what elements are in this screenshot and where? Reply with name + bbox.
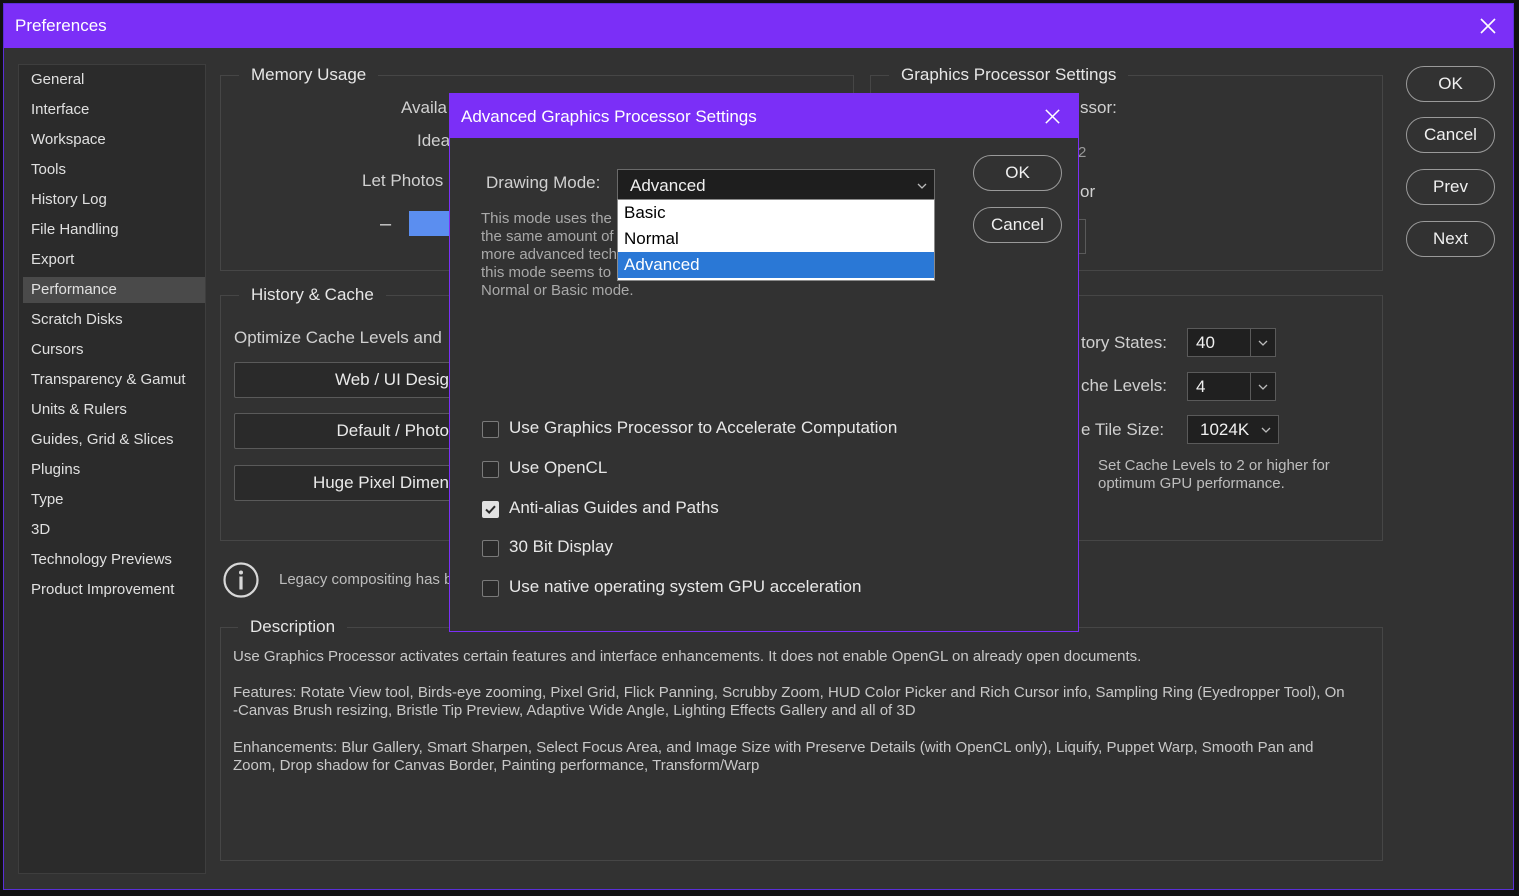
sidebar-item-technology-previews[interactable]: Technology Previews [23,547,205,573]
memory-decrease-icon[interactable]: – [380,213,391,236]
dialog-title-bar: Advanced Graphics Processor Settings [450,94,1078,138]
anti-alias-label[interactable]: Anti-alias Guides and Paths [509,498,719,518]
use-opencl-label[interactable]: Use OpenCL [509,458,607,478]
history-states-select[interactable]: 40 [1187,328,1276,357]
chevron-down-icon [1258,384,1268,390]
close-icon[interactable] [1478,16,1498,36]
legacy-compositing-message: Legacy compositing has b [279,571,453,588]
cache-tile-size-value: 1024K [1200,420,1250,439]
cache-levels-label: che Levels: [1081,376,1167,395]
ok-button[interactable]: OK [1406,66,1495,102]
drawing-mode-value: Advanced [630,176,706,195]
select-divider [1250,373,1251,400]
sidebar-item-export[interactable]: Export [23,247,205,273]
info-icon [222,561,260,599]
chevron-down-icon [1258,340,1268,346]
chevron-down-icon [1261,427,1271,433]
cancel-button[interactable]: Cancel [1406,117,1495,153]
mode-desc-line: This mode uses the [481,210,612,227]
description-enhancements-line-1: Enhancements: Blur Gallery, Smart Sharpe… [233,739,1314,756]
drawing-mode-select[interactable]: Advanced [617,169,935,201]
dialog-ok-button[interactable]: OK [973,155,1062,191]
native-gpu-acceleration-label[interactable]: Use native operating system GPU accelera… [509,577,861,597]
option-basic[interactable]: Basic [618,200,934,226]
optimize-cache-label: Optimize Cache Levels and [234,328,442,347]
close-icon[interactable] [1043,107,1062,126]
memory-slider[interactable] [409,211,451,236]
dialog-cancel-button[interactable]: Cancel [973,207,1062,243]
next-button[interactable]: Next [1406,221,1495,257]
cache-levels-select[interactable]: 4 [1187,372,1276,401]
huge-pixel-dimensions-button[interactable]: Huge Pixel Dimen [234,465,464,501]
advanced-gpu-settings-dialog: Advanced Graphics Processor Settings Dra… [449,93,1079,632]
cache-levels-value: 4 [1196,377,1206,396]
sidebar-item-performance[interactable]: Performance [23,277,205,303]
description-legend: Description [238,617,348,637]
mode-desc-line: the same amount of [481,228,614,245]
drawing-mode-description: This mode uses the the same amount of mo… [481,210,634,300]
sidebar-item-guides-grid-slices[interactable]: Guides, Grid & Slices [23,427,205,453]
sidebar: General Interface Workspace Tools Histor… [18,64,206,874]
window-title: Preferences [15,16,107,35]
gpu-settings-legend: Graphics Processor Settings [889,65,1129,85]
gpu-processor-fragment: or [1080,182,1096,201]
select-divider [1250,329,1251,356]
30-bit-display-label[interactable]: 30 Bit Display [509,537,613,557]
web-ui-design-button[interactable]: Web / UI Desig [234,362,464,398]
option-advanced[interactable]: Advanced [618,252,934,278]
sidebar-item-units-rulers[interactable]: Units & Rulers [23,397,205,423]
cache-tile-size-select[interactable]: 1024K [1187,415,1279,444]
available-ram-label: Availa [401,98,447,117]
sidebar-item-transparency-gamut[interactable]: Transparency & Gamut [23,367,205,393]
sidebar-item-interface[interactable]: Interface [23,97,205,123]
sidebar-item-plugins[interactable]: Plugins [23,457,205,483]
sidebar-item-tools[interactable]: Tools [23,157,205,183]
default-photos-button[interactable]: Default / Photo [234,413,464,449]
history-states-label: tory States: [1081,333,1167,352]
sidebar-item-workspace[interactable]: Workspace [23,127,205,153]
sidebar-item-cursors[interactable]: Cursors [23,337,205,363]
30-bit-display-checkbox[interactable] [482,540,499,557]
anti-alias-checkbox[interactable] [482,501,499,518]
memory-usage-legend: Memory Usage [239,65,379,85]
history-states-value: 40 [1196,333,1215,352]
detected-processor-label: ssor: [1080,98,1117,117]
prev-button[interactable]: Prev [1406,169,1495,205]
accelerate-computation-label[interactable]: Use Graphics Processor to Accelerate Com… [509,418,897,438]
checkmark-icon [485,505,496,515]
sidebar-item-scratch-disks[interactable]: Scratch Disks [23,307,205,333]
sidebar-item-file-handling[interactable]: File Handling [23,217,205,243]
native-gpu-acceleration-checkbox[interactable] [482,580,499,597]
dialog-title: Advanced Graphics Processor Settings [461,107,757,126]
description-features-line-2: -Canvas Brush resizing, Bristle Tip Prev… [233,702,916,719]
advanced-settings-button[interactable] [1078,219,1086,254]
sidebar-item-type[interactable]: Type [23,487,205,513]
description-enhancements-line-2: Zoom, Drop shadow for Canvas Border, Pai… [233,757,760,774]
use-opencl-checkbox[interactable] [482,461,499,478]
sidebar-item-history-log[interactable]: History Log [23,187,205,213]
option-normal[interactable]: Normal [618,226,934,252]
gpu-info-fragment: 2 [1078,144,1087,161]
chevron-down-icon [917,183,927,189]
ideal-range-label: Idea [417,131,451,150]
cache-levels-note: Set Cache Levels to 2 or higher for opti… [1098,457,1330,492]
sidebar-item-3d[interactable]: 3D [23,517,205,543]
sidebar-item-general[interactable]: General [23,67,205,93]
description-features-line-1: Features: Rotate View tool, Birds-eye zo… [233,684,1345,701]
mode-desc-line: this mode seems to [481,264,612,281]
drawing-mode-label: Drawing Mode: [486,173,601,192]
accelerate-computation-checkbox[interactable] [482,421,499,438]
title-bar: Preferences [4,4,1513,48]
mode-desc-line: more advanced tech [481,246,617,263]
let-photoshop-use-label: Let Photos [362,171,444,190]
history-cache-legend: History & Cache [239,285,386,305]
mode-desc-line: Normal or Basic mode. [481,282,634,299]
drawing-mode-dropdown-list: Basic Normal Advanced [617,199,935,281]
description-paragraph-1: Use Graphics Processor activates certain… [233,648,1142,665]
cache-tile-size-label: e Tile Size: [1081,420,1165,439]
sidebar-item-product-improvement[interactable]: Product Improvement [23,577,205,603]
